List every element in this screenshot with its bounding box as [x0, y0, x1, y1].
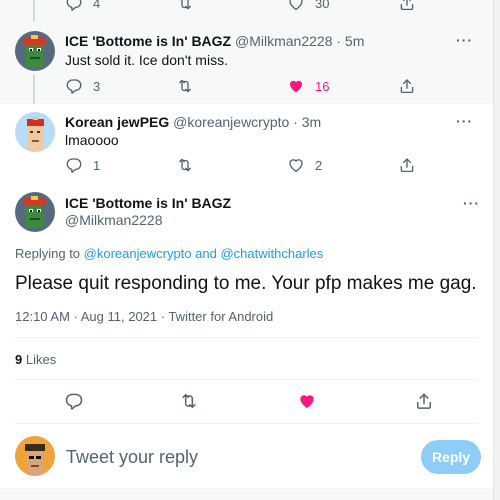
retweet-icon — [176, 156, 194, 174]
divider — [15, 379, 479, 380]
like-action[interactable]: 2 — [287, 156, 322, 174]
retweet-action[interactable] — [176, 0, 204, 12]
like-action[interactable]: 30 — [287, 0, 329, 12]
like-action[interactable] — [297, 391, 317, 411]
avatar[interactable] — [15, 31, 55, 71]
like-icon — [297, 391, 317, 411]
punk-avatar-image — [15, 112, 55, 152]
tweet-text: Just sold it. Ice don't miss. — [65, 52, 228, 68]
like-icon — [287, 0, 305, 12]
tweet-thread-view: 4 30 ICE 'Bottome is In' BAGZ @Milkman22… — [0, 0, 500, 500]
retweet-icon — [179, 391, 199, 411]
tweet-text: lmaoooo — [65, 132, 119, 148]
display-name[interactable]: Korean jewPEG — [65, 114, 169, 130]
share-action[interactable] — [398, 156, 416, 174]
replying-to-line: Replying to @koreanjewcrypto and @chatwi… — [15, 246, 323, 261]
main-tweet-text: Please quit responding to me. Your pfp m… — [15, 273, 477, 294]
reply-icon — [65, 0, 83, 12]
like-count: 2 — [315, 157, 323, 173]
current-user-avatar[interactable] — [15, 436, 55, 476]
thread-line — [33, 74, 35, 104]
tweet-time[interactable]: · 3m — [293, 114, 321, 130]
bottom-strip — [0, 488, 493, 500]
like-icon — [287, 77, 305, 95]
retweet-icon — [176, 77, 194, 95]
reply-button[interactable]: Reply — [421, 440, 481, 474]
display-name[interactable]: ICE 'Bottome is In' BAGZ — [65, 33, 231, 49]
handle[interactable]: @koreanjewcrypto — [173, 114, 289, 130]
reply-icon — [65, 156, 83, 174]
likes-count: 9 — [15, 352, 23, 367]
likes-count-link[interactable]: 9 Likes — [15, 352, 56, 367]
tweet-header: ICE 'Bottome is In' BAGZ @Milkman2228 · … — [65, 33, 364, 49]
reply-count: 3 — [93, 78, 101, 94]
more-icon[interactable]: ··· — [456, 113, 473, 129]
replying-user-link[interactable]: @koreanjewcrypto — [84, 246, 192, 261]
divider — [15, 337, 479, 338]
share-icon — [398, 0, 416, 12]
retweet-action[interactable] — [179, 391, 199, 411]
reply-action[interactable]: 4 — [65, 0, 100, 12]
replying-user-link[interactable]: @chatwithcharles — [220, 246, 323, 261]
like-count: 16 — [315, 78, 330, 94]
tweet-time[interactable]: · 5m — [336, 33, 364, 49]
share-action[interactable] — [414, 391, 434, 411]
like-icon — [287, 156, 305, 174]
reply-action[interactable]: 1 — [65, 156, 100, 174]
likes-label: Likes — [25, 352, 57, 367]
retweet-icon — [176, 0, 194, 12]
reply-count: 1 — [93, 157, 101, 173]
tweet-header: Korean jewPEG @koreanjewcrypto · 3m — [65, 114, 321, 130]
more-icon[interactable]: ··· — [463, 195, 480, 211]
tweet-item[interactable]: Korean jewPEG @koreanjewcrypto · 3m ··· … — [0, 104, 493, 184]
share-action[interactable] — [398, 77, 416, 95]
retweet-action[interactable] — [176, 77, 204, 95]
replying-and[interactable]: and — [195, 246, 217, 261]
reply-action[interactable] — [64, 391, 84, 411]
tweet-item[interactable]: ICE 'Bottome is In' BAGZ @Milkman2228 · … — [0, 22, 493, 104]
avatar[interactable] — [15, 112, 55, 152]
share-action[interactable] — [398, 0, 416, 12]
reply-action[interactable]: 3 — [65, 77, 100, 95]
divider — [15, 423, 479, 424]
retweet-action[interactable] — [176, 156, 204, 174]
scroll-edge — [493, 0, 500, 500]
share-icon — [414, 391, 434, 411]
share-icon — [398, 156, 416, 174]
main-tweet-timestamp[interactable]: 12:10 AM · Aug 11, 2021 · Twitter for An… — [15, 309, 273, 324]
user-avatar-image — [15, 436, 55, 476]
more-icon[interactable]: ··· — [456, 32, 473, 48]
main-tweet-display-name[interactable]: ICE 'Bottome is In' BAGZ — [65, 195, 231, 211]
reply-count: 4 — [93, 0, 101, 11]
thread-line — [33, 0, 35, 22]
replying-prefix: Replying to — [15, 246, 81, 261]
reply-input[interactable] — [66, 447, 366, 468]
ape-avatar-image — [15, 192, 55, 232]
like-count: 30 — [315, 0, 330, 11]
reply-icon — [64, 391, 84, 411]
ape-avatar-image — [15, 31, 55, 71]
main-tweet-avatar[interactable] — [15, 192, 55, 232]
reply-icon — [65, 77, 83, 95]
handle[interactable]: @Milkman2228 — [235, 33, 332, 49]
share-icon — [398, 77, 416, 95]
like-action[interactable]: 16 — [287, 77, 329, 95]
main-tweet-handle[interactable]: @Milkman2228 — [65, 212, 162, 228]
tweet-previous[interactable]: 4 30 — [0, 0, 493, 22]
